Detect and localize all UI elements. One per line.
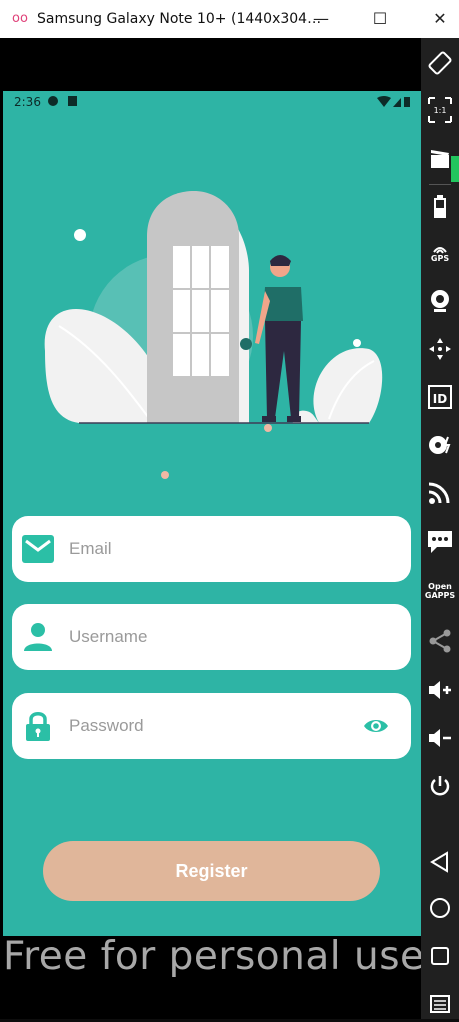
share-button[interactable] [421,628,459,658]
pixel-perfect-button[interactable]: 1:1 [421,96,459,126]
username-input[interactable] [69,604,349,670]
device-top-bezel [0,38,421,91]
fullscreen-icon: 1:1 [428,97,452,123]
share-icon [429,629,451,653]
gps-signal-icon [433,247,447,254]
genymotion-logo-icon: oo [12,11,28,26]
home-button[interactable] [421,896,459,926]
back-triangle-icon [430,851,448,873]
watermark-text: Free for personal use [3,934,425,979]
volume-up-button[interactable] [421,678,459,708]
id-label: ID [433,392,447,406]
opengapps-button[interactable]: Open GAPPS [421,582,459,612]
email-icon [22,535,54,563]
rotate-button[interactable] [421,50,459,80]
id-card-icon: ID [428,385,452,409]
disk-io-button[interactable] [421,432,459,462]
rss-icon [428,482,450,504]
show-password-eye-icon[interactable] [363,715,389,737]
ratio-label: 1:1 [434,106,447,115]
password-input[interactable] [69,693,349,759]
window-title: Samsung Galaxy Note 10+ (1440x304… [37,11,322,27]
webcam-button[interactable] [421,288,459,318]
window-titlebar: oo Samsung Galaxy Note 10+ (1440x304… — … [0,0,459,38]
battery-button[interactable] [421,194,459,224]
app-screen: 2:36 Email Username Register [3,91,421,936]
wifi-battery-icon [377,96,410,107]
sidebar-separator [429,184,451,185]
close-button[interactable]: ✕ [426,6,454,32]
clapperboard-icon [431,150,449,168]
message-icon [428,531,452,553]
volume-down-icon [429,729,451,747]
device-frame: 2:36 Email Username Register [0,38,421,1019]
home-circle-icon [430,898,450,918]
power-button[interactable] [421,774,459,804]
battery-icon [434,195,446,218]
webcam-icon [431,290,449,312]
email-input[interactable] [69,516,349,582]
dpad-icon [429,338,451,360]
user-icon [24,623,52,651]
sms-button[interactable] [421,528,459,558]
menu-icon [430,995,450,1013]
menu-button[interactable] [421,992,459,1022]
emulator-sidebar: 1:1 GPS ID Open GAPPS [421,38,459,1019]
disk-icon [429,436,451,454]
volume-up-icon [429,681,451,699]
lock-icon [26,712,50,741]
status-right-icons [377,95,411,113]
volume-down-button[interactable] [421,726,459,756]
recent-apps-button[interactable] [421,944,459,974]
recent-apps-icon [431,947,449,965]
status-time: 2:36 [14,95,41,109]
app-notification-icon [48,96,58,106]
gps-label: GPS [430,254,450,263]
keyboard-notification-icon [68,96,77,106]
opengapps-label-2: GAPPS [424,591,456,600]
identifiers-button[interactable]: ID [421,384,459,414]
power-icon [430,776,450,796]
network-button[interactable] [421,480,459,510]
register-button[interactable]: Register [43,841,380,901]
rotate-device-icon [428,51,452,75]
gps-button[interactable]: GPS [421,242,459,272]
username-field-container [12,604,411,670]
capture-indicator [451,156,459,182]
minimize-button[interactable]: — [307,6,335,32]
status-bar: 2:36 [3,91,421,113]
maximize-button[interactable]: ☐ [366,6,394,32]
back-button[interactable] [421,850,459,880]
door-illustration [44,191,383,479]
password-field-container [12,693,411,759]
email-field-container [12,516,411,582]
opengapps-label-1: Open [428,582,452,591]
remote-control-button[interactable] [421,336,459,366]
